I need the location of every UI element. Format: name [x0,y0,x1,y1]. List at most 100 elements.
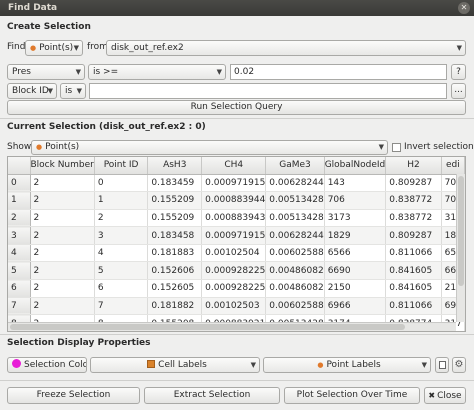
table-cell[interactable]: 0.000883943 [201,209,267,228]
plot-selection-over-time-button[interactable]: Plot Selection Over Time [284,387,420,404]
column-header[interactable]: H2 [385,157,442,175]
query2-value-input[interactable] [89,83,447,99]
table-cell[interactable]: 0.809287 [385,174,442,193]
table-cell[interactable]: 0.00602588 [265,297,325,316]
table-cell[interactable]: 6 [94,279,149,298]
table-cell[interactable]: 0.181883 [147,244,203,263]
table-cell[interactable]: 3173 [324,209,387,228]
query1-field-combo[interactable]: Pres ▼ [7,64,85,80]
table-row[interactable]: 2 2 2 0.155209 0.000883943 0.00513428 3173 0.83… [8,209,465,228]
source-combo[interactable]: disk_out_ref.ex2 ▼ [106,40,466,56]
row-header[interactable]: 0 [8,174,31,193]
table-row[interactable]: 7 2 7 0.181882 0.00102503 0.00602588 6966 0.811… [8,297,465,316]
row-header[interactable]: 7 [8,297,31,316]
row-header[interactable]: 2 [8,209,31,228]
column-header[interactable]: Block Number [30,157,95,175]
show-combo[interactable]: ● Point(s) ▼ [31,140,388,155]
table-cell[interactable]: 7 [94,297,149,316]
table-cell[interactable]: 0 [94,174,149,193]
table-cell[interactable]: 2 [30,279,95,298]
table-cell[interactable]: 4 [94,244,149,263]
table-cell[interactable]: 6966 [324,297,387,316]
table-cell[interactable]: 0.000928225 [201,279,267,298]
table-cell[interactable]: 0.000928225 [201,261,267,281]
horizontal-scrollbar[interactable] [8,322,456,331]
query2-operator-combo[interactable]: is ▼ [60,83,86,99]
table-cell[interactable]: 0.811066 [385,297,442,316]
column-header[interactable]: GlobalNodeId [324,157,387,175]
table-cell[interactable]: 0.000971915 [201,226,267,245]
table-cell[interactable]: 0.00513428 [265,191,325,210]
table-cell[interactable]: 1829 [324,226,387,245]
table-cell[interactable]: 2 [30,174,95,193]
selection-color-button[interactable]: Selection Color [7,357,87,373]
table-cell[interactable]: 6566 [324,244,387,263]
table-cell[interactable]: 0.811066 [385,244,442,263]
table-cell[interactable]: 0.00628244 [265,174,325,193]
table-row[interactable]: 0 2 0 0.183459 0.000971915 0.00628244 143 0.809… [8,174,465,193]
table-cell[interactable]: 2 [30,244,95,263]
table-cell[interactable]: 143 [324,174,387,193]
table-cell[interactable]: 0.838772 [385,209,442,228]
label-properties-button[interactable] [435,357,449,373]
row-header[interactable]: 1 [8,191,31,210]
table-row[interactable]: 3 2 3 0.183458 0.000971915 0.00628244 1829 0.80… [8,226,465,245]
table-cell[interactable]: 0.183459 [147,174,203,193]
table-cell[interactable]: 0.00513428 [265,209,325,228]
scroll-thumb[interactable] [458,176,464,286]
query1-value-input[interactable]: 0.02 [230,64,447,80]
scroll-thumb[interactable] [10,324,405,330]
help-button[interactable]: ? [451,64,466,80]
table-cell[interactable]: 0.00628244 [265,226,325,245]
row-header[interactable]: 6 [8,279,31,298]
table-cell[interactable]: 2 [30,261,95,281]
table-cell[interactable]: 2 [30,191,95,210]
extract-selection-button[interactable]: Extract Selection [144,387,280,404]
table-cell[interactable]: 0.00602588 [265,244,325,263]
row-header[interactable]: 5 [8,261,31,281]
table-cell[interactable]: 0.00486082 [265,261,325,281]
table-row[interactable]: 5 2 5 0.152606 0.000928225 0.00486082 6690 0.84… [8,261,465,281]
run-selection-query-button[interactable]: Run Selection Query [7,100,466,115]
close-button[interactable]: ✖ Close [424,387,466,404]
table-cell[interactable]: 0.183458 [147,226,203,245]
table-cell[interactable]: 0.000971915 [201,174,267,193]
table-cell[interactable]: 1 [94,191,149,210]
table-cell[interactable]: 2 [94,209,149,228]
table-cell[interactable]: 706 [324,191,387,210]
table-row[interactable]: 1 2 1 0.155209 0.000883944 0.00513428 706 0.838… [8,191,465,210]
column-header[interactable]: CH4 [201,157,267,175]
invert-selection-checkbox[interactable] [392,143,401,152]
column-header[interactable]: edi [441,157,465,175]
table-cell[interactable]: 0.00102503 [201,297,267,316]
table-cell[interactable]: 0.155209 [147,191,203,210]
table-cell[interactable]: 0.181882 [147,297,203,316]
table-cell[interactable]: 0.152605 [147,279,203,298]
window-close-icon[interactable]: ✕ [458,2,470,14]
table-cell[interactable]: 6690 [324,261,387,281]
table-cell[interactable]: 0.838772 [385,191,442,210]
table-row[interactable]: 4 2 4 0.181883 0.00102504 0.00602588 6566 0.811… [8,244,465,263]
table-cell[interactable]: 0.000883944 [201,191,267,210]
table-cell[interactable]: 2150 [324,279,387,298]
table-cell[interactable]: 2 [30,297,95,316]
table-cell[interactable]: 0.152606 [147,261,203,281]
column-header[interactable] [8,157,31,175]
column-header[interactable]: AsH3 [147,157,203,175]
row-header[interactable]: 3 [8,226,31,245]
table-cell[interactable]: 2 [30,226,95,245]
element-type-combo[interactable]: ● Point(s) ▼ [25,40,83,56]
table-cell[interactable]: 0.00102504 [201,244,267,263]
table-cell[interactable]: 0.155209 [147,209,203,228]
freeze-selection-button[interactable]: Freeze Selection [7,387,140,404]
vertical-scrollbar[interactable] [456,174,465,322]
table-cell[interactable]: 3 [94,226,149,245]
table-cell[interactable]: 0.841605 [385,279,442,298]
settings-button[interactable]: ⚙ [452,357,466,373]
more-options-button[interactable]: ... [451,83,466,99]
table-cell[interactable]: 2 [30,209,95,228]
table-cell[interactable]: 0.00486082 [265,279,325,298]
column-header[interactable]: Point ID [94,157,149,175]
cell-labels-combo[interactable]: Cell Labels ▼ [90,357,260,373]
table-cell[interactable]: 0.841605 [385,261,442,281]
